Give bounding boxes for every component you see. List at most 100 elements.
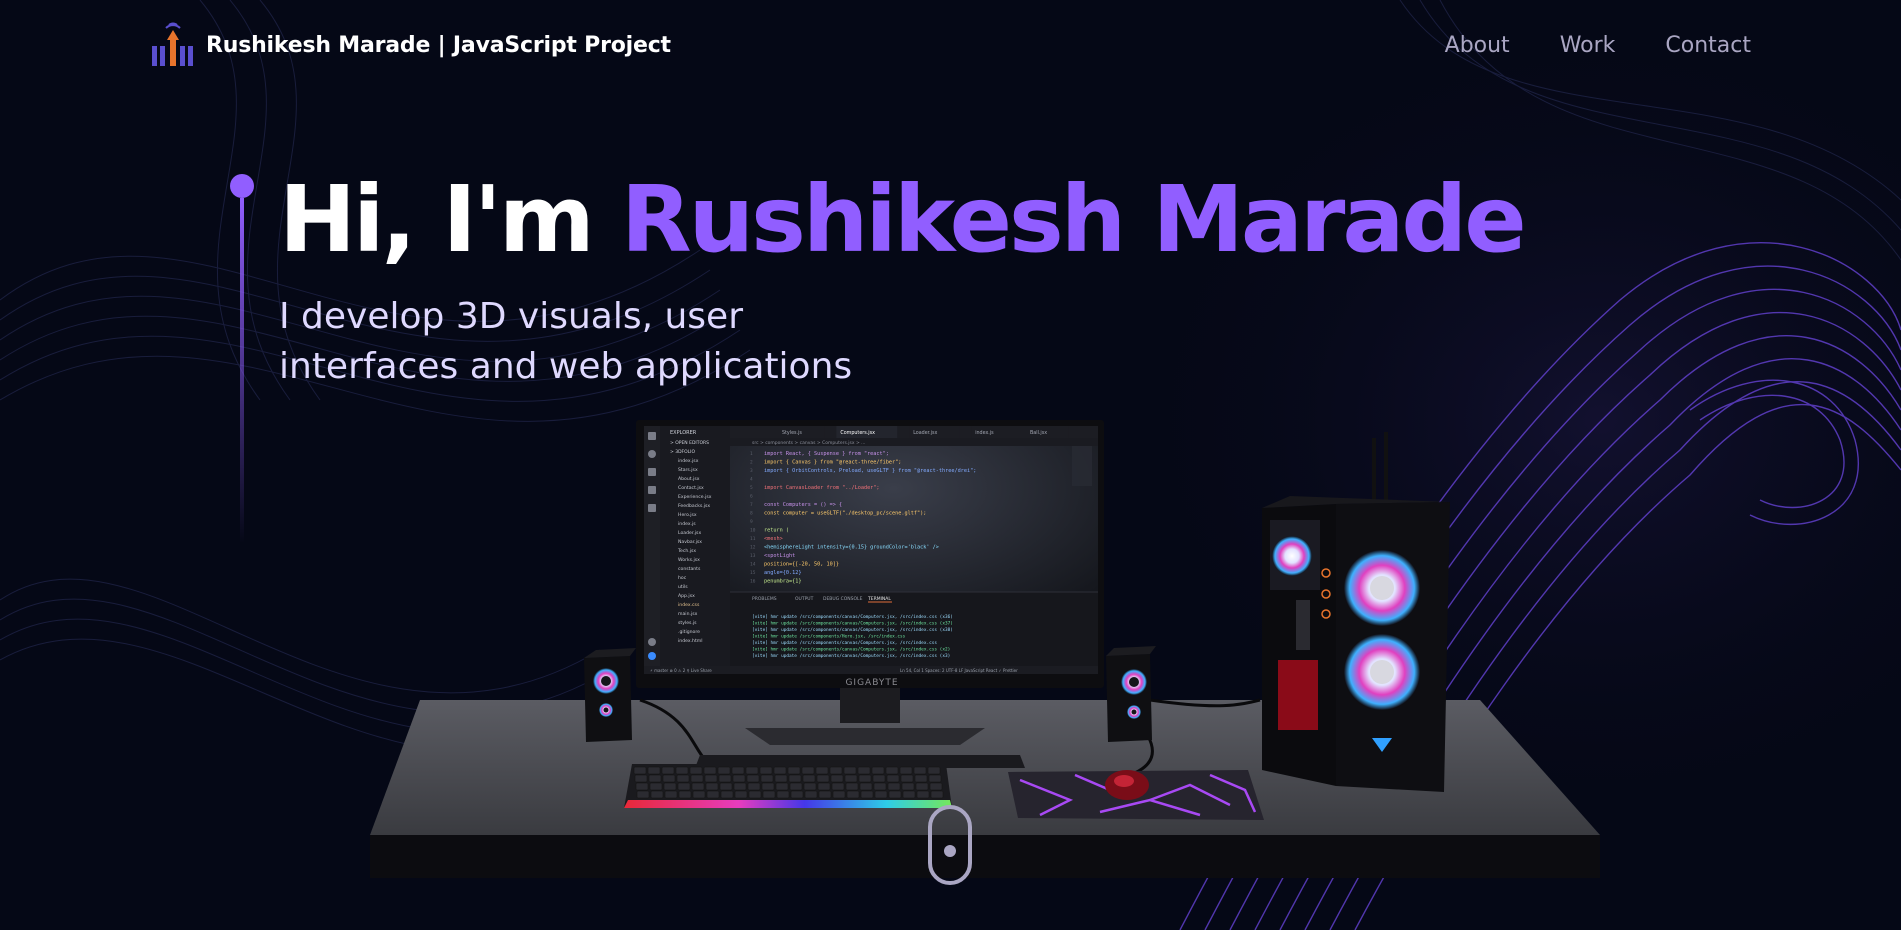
keyboard-key (846, 790, 860, 799)
keyboard-key (748, 790, 762, 799)
code-line: angle={0.12} (764, 570, 801, 576)
keyboard-key (815, 766, 829, 775)
brand-link[interactable]: Rushikesh Marade | JavaScript Project (150, 22, 671, 68)
keyboard-key (830, 774, 844, 783)
keyboard-key (803, 782, 817, 791)
gaming-mouse (1105, 770, 1149, 800)
keyboard-key (832, 790, 846, 799)
terminal-line: [vite] hmr update /src/components/canvas… (752, 614, 953, 620)
keyboard-key (648, 774, 662, 783)
keyboard-key (874, 790, 888, 799)
hero-subtitle-line2: interfaces and web applications (279, 346, 853, 387)
keyboard-key (887, 782, 901, 791)
svg-text:DEBUG CONSOLE: DEBUG CONSOLE (823, 596, 863, 602)
keyboard-key (734, 790, 748, 799)
code-line-number: 13 (750, 553, 756, 559)
keyboard-key (858, 774, 872, 783)
nav-links: About Work Contact (1445, 33, 1751, 58)
explorer-file: main.jsx (678, 611, 698, 617)
keyboard-key (775, 782, 789, 791)
navbar: Rushikesh Marade | JavaScript Project Ab… (0, 0, 1901, 90)
keyboard-key (844, 774, 858, 783)
svg-text:PROBLEMS: PROBLEMS (752, 596, 777, 602)
keyboard-key (789, 782, 803, 791)
code-line: <hemisphereLight intensity={0.15} ground… (764, 545, 939, 551)
terminal-line: [vite] hmr update /src/components/Hero.j… (752, 634, 906, 640)
scroll-dot (944, 845, 956, 857)
marker-dot (230, 174, 254, 198)
speaker-left (584, 648, 636, 742)
keyboard-key (859, 782, 873, 791)
keyboard-key (773, 766, 787, 775)
explorer-file: .gitignore (678, 629, 700, 635)
keyboard-key (928, 774, 942, 783)
nav-link-work[interactable]: Work (1560, 33, 1616, 58)
keyboard-key (678, 790, 692, 799)
keyboard-key (860, 790, 874, 799)
keyboard-key (762, 790, 776, 799)
speaker-right (1106, 646, 1156, 742)
explorer-file: constants (678, 566, 701, 572)
hero-title: Hi, I'm Rushikesh Marade (279, 170, 1527, 270)
keyboard-key (733, 782, 747, 791)
keyboard-key (804, 790, 818, 799)
hero-marker (230, 170, 254, 543)
svg-text:Ln 54, Col 1 Spaces: 2 UTF-8: Ln 54, Col 1 Spaces: 2 UTF-8 LF JavaScri… (900, 668, 1018, 673)
keyboard-key (787, 766, 801, 775)
keyboard-key (929, 782, 943, 791)
keyboard-key (690, 774, 704, 783)
explorer-file: Works.jsx (678, 557, 700, 563)
explorer-file: App.jsx (678, 593, 695, 599)
hero-subtitle: I develop 3D visuals, user interfaces an… (279, 292, 959, 392)
keyboard-key (677, 782, 691, 791)
keyboard-key (902, 790, 916, 799)
keyboard-key (900, 774, 914, 783)
explorer-file: styles.js (678, 620, 697, 626)
keyboard-key (718, 774, 732, 783)
hero-section: Hi, I'm Rushikesh Marade I develop 3D vi… (230, 170, 1527, 543)
keyboard-key (633, 766, 647, 775)
keyboard-key (886, 774, 900, 783)
keyboard-key (788, 774, 802, 783)
keyboard-key (692, 790, 706, 799)
keyboard-key (720, 790, 734, 799)
mouse-scroll-icon[interactable] (928, 805, 972, 885)
nav-link-contact[interactable]: Contact (1665, 33, 1751, 58)
keyboard-key (664, 790, 678, 799)
code-line-number: 14 (750, 562, 756, 568)
keyboard-key (790, 790, 804, 799)
keyboard-key (706, 790, 720, 799)
keyboard-key (650, 790, 664, 799)
nav-link-about[interactable]: About (1445, 33, 1510, 58)
svg-text:⚡ master ⊗ 0 ⚠ 2 ⚲ Live Shar: ⚡ master ⊗ 0 ⚠ 2 ⚲ Live Share (650, 668, 712, 673)
code-line-number: 12 (750, 545, 756, 551)
hero-greeting: Hi, I'm (279, 166, 621, 273)
rm-logo-icon (152, 22, 193, 66)
keyboard-key (647, 766, 661, 775)
keyboard-key (703, 766, 717, 775)
keyboard-key (914, 774, 928, 783)
keyboard-key (845, 782, 859, 791)
keyboard-key (731, 766, 745, 775)
keyboard-key (871, 766, 885, 775)
keyboard-key (691, 782, 705, 791)
explorer-file: index.css (678, 602, 700, 608)
keyboard-key (831, 782, 845, 791)
keyboard-key (675, 766, 689, 775)
keyboard-key (915, 782, 929, 791)
code-line: position={[-20, 50, 10]} (764, 562, 839, 568)
terminal-line: [vite] hmr update /src/components/canvas… (752, 627, 953, 633)
keyboard-key (916, 790, 930, 799)
keyboard-key (746, 774, 760, 783)
keyboard-key (747, 782, 761, 791)
hero-name: Rushikesh Marade (620, 166, 1527, 273)
keyboard-key (636, 790, 650, 799)
keyboard-key (829, 766, 843, 775)
keyboard-key (802, 774, 816, 783)
keyboard-key (888, 790, 902, 799)
keyboard-key (913, 766, 927, 775)
keyboard-key (927, 766, 941, 775)
keyboard-key (816, 774, 830, 783)
hero-subtitle-line1: I develop 3D visuals, user (279, 296, 744, 337)
hero-text: Hi, I'm Rushikesh Marade I develop 3D vi… (279, 170, 1527, 543)
